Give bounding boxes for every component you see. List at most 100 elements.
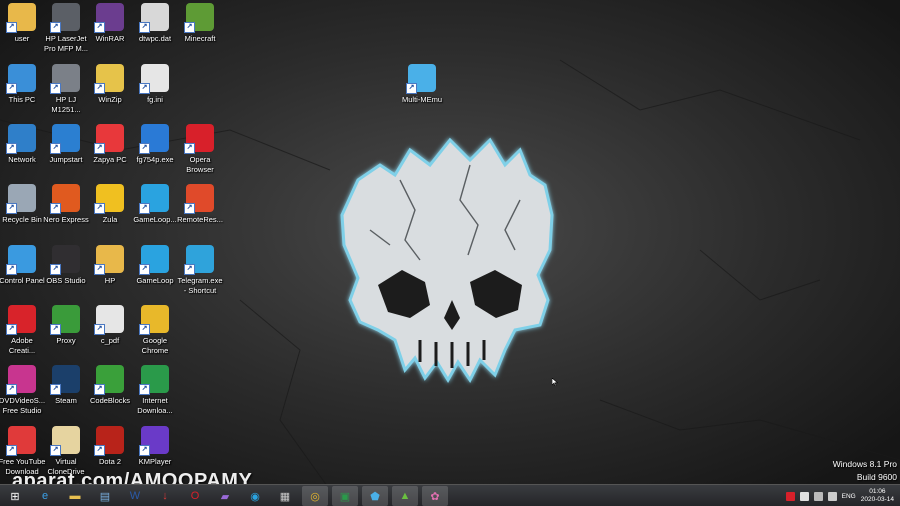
desktop-icon[interactable]: ↗ KMPlayer — [126, 426, 184, 467]
shortcut-arrow-icon: ↗ — [6, 83, 17, 94]
shortcut-arrow-icon: ↗ — [50, 143, 61, 154]
desktop-icon-label: Google Chrome — [141, 336, 169, 355]
acrobat-tray-icon[interactable] — [785, 491, 795, 501]
taskbar-apps: ⊞ e ▬ ▤ W ↓ O ▰ ◉ ▦ ◎ ▣ ⬟ ▲ ✿ — [0, 486, 450, 506]
start-button[interactable]: ⊞ — [2, 486, 28, 506]
steam-icon: ↗ — [50, 365, 80, 395]
opera-icon[interactable]: O — [182, 486, 208, 506]
shortcut-arrow-icon: ↗ — [184, 203, 195, 214]
adobe-cc-icon: ↗ — [6, 305, 36, 335]
shortcut-arrow-icon: ↗ — [50, 83, 61, 94]
shortcut-arrow-icon: ↗ — [6, 143, 17, 154]
dvdvideosoft-icon: ↗ — [6, 365, 36, 395]
language-indicator[interactable]: ENG — [842, 493, 856, 500]
shortcut-arrow-icon: ↗ — [139, 83, 150, 94]
shortcut-arrow-icon: ↗ — [139, 384, 150, 395]
windows-version-watermark: Windows 8.1 Pro Build 9600 — [833, 458, 897, 484]
desktop-icon[interactable]: ↗ Minecraft — [171, 3, 229, 44]
shortcut-arrow-icon: ↗ — [139, 143, 150, 154]
desktop-icon[interactable]: ↗ Multi-MEmu — [393, 64, 451, 105]
remote-file-icon: ↗ — [184, 184, 214, 214]
desktop-icon[interactable]: ↗ Opera Browser — [171, 124, 229, 174]
notepad-icon[interactable]: ▤ — [92, 486, 118, 506]
gameloop-icon: ↗ — [139, 184, 169, 214]
computer-icon: ↗ — [6, 64, 36, 94]
zula-icon: ↗ — [94, 184, 124, 214]
shortcut-arrow-icon: ↗ — [6, 22, 17, 33]
shortcut-arrow-icon: ↗ — [50, 203, 61, 214]
taskbar: ⊞ e ▬ ▤ W ↓ O ▰ ◉ ▦ ◎ ▣ ⬟ ▲ ✿ ENG 01:06 2020-03-14 — [0, 484, 900, 506]
calendar-icon[interactable]: ▦ — [272, 486, 298, 506]
clock[interactable]: 01:06 2020-03-14 — [861, 488, 894, 504]
download-icon: ↗ — [6, 426, 36, 456]
network-tray-icon[interactable] — [813, 491, 823, 501]
memu-icon: ↗ — [406, 64, 436, 94]
internet-explorer-icon[interactable]: e — [32, 486, 58, 506]
folder-icon: ↗ — [94, 245, 124, 275]
pdf-file-icon: ↗ — [94, 305, 124, 335]
desktop-icon[interactable]: ↗ Telegram.exe - Shortcut — [171, 245, 229, 295]
app-icon[interactable]: ▰ — [212, 486, 238, 506]
shortcut-arrow-icon: ↗ — [184, 22, 195, 33]
desktop[interactable]: ↗ user ↗ HP LaserJet Pro MFP M... ↗ WinRAR ↗ dt… — [0, 0, 900, 506]
shortcut-arrow-icon: ↗ — [6, 384, 17, 395]
printer-icon: ↗ — [50, 64, 80, 94]
shortcut-arrow-icon: ↗ — [6, 264, 17, 275]
desktop-icon[interactable]: ↗ RemoteRes... — [171, 184, 229, 225]
idm-icon: ↗ — [139, 365, 169, 395]
shortcut-arrow-icon: ↗ — [6, 203, 17, 214]
chrome-icon[interactable]: ◎ — [302, 486, 328, 506]
obs-icon: ↗ — [50, 245, 80, 275]
opera-icon: ↗ — [184, 124, 214, 154]
jumpstart-icon: ↗ — [50, 124, 80, 154]
memu-icon[interactable]: ⬟ — [362, 486, 388, 506]
shortcut-arrow-icon: ↗ — [50, 264, 61, 275]
clock-time: 01:06 — [869, 488, 886, 495]
winzip-icon: ↗ — [94, 64, 124, 94]
telegram-icon: ↗ — [184, 245, 214, 275]
desktop-icon[interactable]: ↗ fg.ini — [126, 64, 184, 105]
memu-alt-icon[interactable]: ✿ — [422, 486, 448, 506]
control-panel-icon: ↗ — [6, 245, 36, 275]
shortcut-arrow-icon: ↗ — [184, 264, 195, 275]
desktop-icon[interactable]: ↗ Internet Downloa... — [126, 365, 184, 415]
windows-build: Build 9600 — [856, 472, 897, 482]
gameloop-icon[interactable]: ◉ — [242, 486, 268, 506]
shortcut-arrow-icon: ↗ — [50, 445, 61, 456]
volume-tray-icon[interactable] — [827, 491, 837, 501]
windows-edition: Windows 8.1 Pro — [832, 459, 897, 469]
shortcut-arrow-icon: ↗ — [139, 445, 150, 456]
winrar-icon: ↗ — [94, 3, 124, 33]
folder-icon: ↗ — [6, 3, 36, 33]
system-tray: ENG 01:06 2020-03-14 — [785, 485, 900, 506]
youtube-download-icon[interactable]: ↓ — [152, 486, 178, 506]
excel-icon[interactable]: ▣ — [332, 486, 358, 506]
desktop-icon-label: Telegram.exe - Shortcut — [177, 276, 223, 295]
shortcut-arrow-icon: ↗ — [139, 264, 150, 275]
recycle-bin-icon: ↗ — [6, 184, 36, 214]
sheep-icon: ↗ — [50, 426, 80, 456]
dat-file-icon: ↗ — [139, 3, 169, 33]
shortcut-arrow-icon: ↗ — [50, 384, 61, 395]
shortcut-arrow-icon: ↗ — [94, 22, 105, 33]
shortcut-arrow-icon: ↗ — [94, 143, 105, 154]
shortcut-arrow-icon: ↗ — [184, 143, 195, 154]
shortcut-arrow-icon: ↗ — [50, 324, 61, 335]
shortcut-arrow-icon: ↗ — [139, 203, 150, 214]
word-icon[interactable]: W — [122, 486, 148, 506]
shortcut-arrow-icon: ↗ — [94, 83, 105, 94]
nero-icon: ↗ — [50, 184, 80, 214]
network-icon: ↗ — [6, 124, 36, 154]
shortcut-arrow-icon: ↗ — [406, 83, 417, 94]
mouse-cursor — [552, 378, 558, 386]
codeblocks-icon: ↗ — [94, 365, 124, 395]
shortcut-arrow-icon: ↗ — [139, 22, 150, 33]
bluestacks-icon[interactable]: ▲ — [392, 486, 418, 506]
zapya-icon: ↗ — [94, 124, 124, 154]
desktop-icon[interactable]: ↗ Google Chrome — [126, 305, 184, 355]
file-explorer-icon[interactable]: ▬ — [62, 486, 88, 506]
exe-icon: ↗ — [139, 124, 169, 154]
shortcut-arrow-icon: ↗ — [6, 445, 17, 456]
shortcut-arrow-icon: ↗ — [94, 264, 105, 275]
flag-tray-icon[interactable] — [799, 491, 809, 501]
